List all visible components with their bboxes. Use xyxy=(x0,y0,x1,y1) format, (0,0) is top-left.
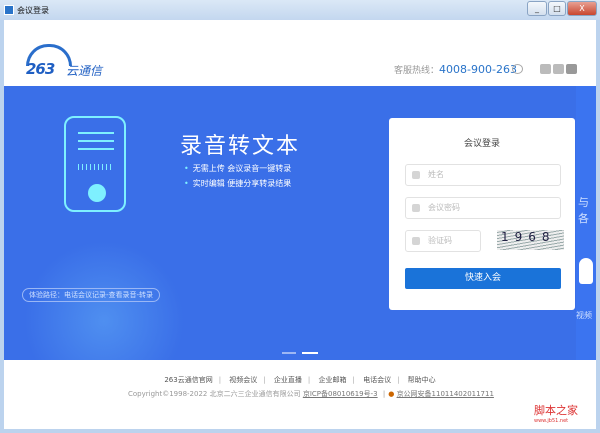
captcha-input[interactable]: 验证码 xyxy=(405,230,481,252)
window-title: 会议登录 xyxy=(17,6,49,15)
video-icon[interactable] xyxy=(566,64,577,74)
banner-carousel: 录音转文本 无需上传 会议录音一键转录 实时编辑 便捷分享转录结果 体验路径：电… xyxy=(4,86,596,360)
hotline-number: 4008-900-263 xyxy=(439,63,517,76)
name-placeholder: 姓名 xyxy=(428,170,444,179)
phone-transcribe-icon xyxy=(64,116,126,212)
login-title: 会议登录 xyxy=(463,139,500,149)
police-badge-icon: ● xyxy=(388,390,395,398)
close-button[interactable]: X xyxy=(567,1,597,16)
join-meeting-button[interactable]: 快速入会 xyxy=(405,268,561,289)
hotline: 客服热线：4008-900-263 xyxy=(394,63,517,76)
password-placeholder: 会议密码 xyxy=(428,203,460,212)
customer-service-icon[interactable] xyxy=(512,64,523,74)
icp-link[interactable]: 京ICP备08010619号-3 xyxy=(303,390,378,398)
mail-icon[interactable] xyxy=(540,64,551,74)
banner-title: 录音转文本 xyxy=(180,134,301,159)
logo-number: 263 xyxy=(26,60,55,78)
name-input[interactable]: 姓名 xyxy=(405,164,561,186)
password-input[interactable]: 会议密码 xyxy=(405,197,561,219)
copyright: Copyright©1998-2022 北京二六三企业通信有限公司 京ICP备0… xyxy=(128,390,494,398)
app-window: 263 云通信 客服热线：4008-900-263 录音转文本 无需上传 会议录… xyxy=(4,20,596,429)
footer: 263云通信官网 | 视频会议 | 企业直播 | 企业邮箱 | 电话会议 | 帮助中心 C… xyxy=(4,360,596,429)
maximize-button[interactable]: □ xyxy=(548,1,566,16)
logo[interactable]: 263 云通信 xyxy=(22,44,122,78)
hotline-label: 客服热线： xyxy=(394,66,440,76)
captcha-placeholder: 验证码 xyxy=(428,236,452,245)
user-icon xyxy=(412,171,420,179)
lock-icon xyxy=(412,204,420,212)
banner-bullet: 实时编辑 便捷分享转录结果 xyxy=(184,178,292,189)
footer-link[interactable]: 企业直播 xyxy=(274,376,302,384)
side-text-video: 视频 xyxy=(576,311,592,320)
side-text: 与各 xyxy=(578,196,589,225)
captcha-image[interactable]: 1968 xyxy=(497,230,564,250)
police-link[interactable]: 京公网安备11011402011711 xyxy=(397,390,494,398)
watermark: 脚本之家 www.jb51.net xyxy=(534,402,578,424)
footer-link[interactable]: 帮助中心 xyxy=(408,376,436,384)
minimize-button[interactable]: _ xyxy=(527,1,547,16)
title-bar: 会议登录 _ □ X xyxy=(0,0,600,20)
meeting-icon[interactable] xyxy=(553,64,564,74)
rocket-icon[interactable] xyxy=(579,258,593,284)
shield-icon xyxy=(412,237,420,245)
logo-name: 云通信 xyxy=(66,64,103,78)
app-icon xyxy=(4,5,14,15)
footer-link[interactable]: 263云通信官网 xyxy=(164,376,212,384)
footer-link[interactable]: 企业邮箱 xyxy=(318,376,346,384)
footer-link[interactable]: 电话会议 xyxy=(363,376,391,384)
play-icon xyxy=(88,184,106,202)
copyright-text: Copyright©1998-2022 北京二六三企业通信有限公司 xyxy=(128,390,301,398)
login-card: 会议登录 姓名 会议密码 验证码 1968 快速入会 xyxy=(389,118,575,310)
carousel-dot[interactable] xyxy=(282,352,296,354)
footer-link[interactable]: 视频会议 xyxy=(229,376,257,384)
experience-path: 体验路径：电话会议记录-查看录音-转录 xyxy=(22,288,161,302)
footer-links: 263云通信官网 | 视频会议 | 企业直播 | 企业邮箱 | 电话会议 | 帮助中心 xyxy=(164,376,436,384)
carousel-dot-active[interactable] xyxy=(302,352,318,354)
banner-bullet: 无需上传 会议录音一键转录 xyxy=(184,163,292,174)
header: 263 云通信 客服热线：4008-900-263 xyxy=(4,20,596,86)
side-panel: 与各 视频 xyxy=(576,86,596,360)
watermark-url: www.jb51.net xyxy=(534,418,569,424)
watermark-name: 脚本之家 xyxy=(534,404,578,417)
